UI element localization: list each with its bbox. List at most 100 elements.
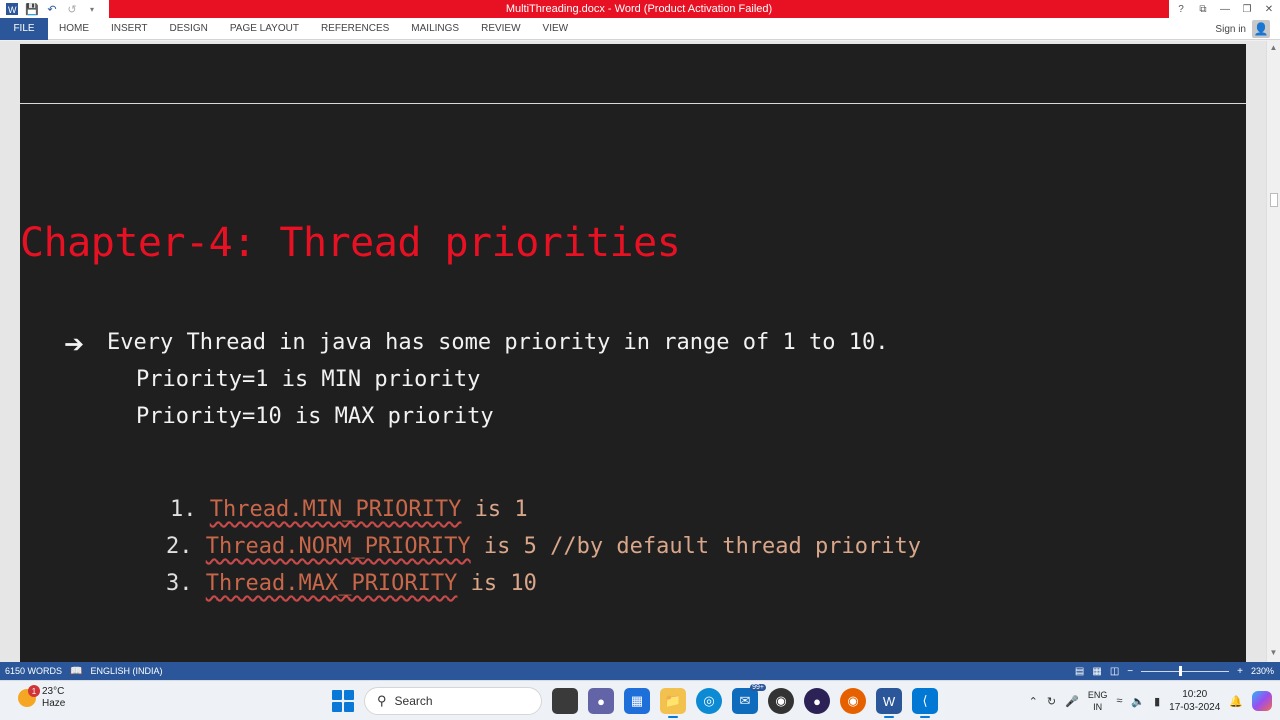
list-number: 1.	[170, 497, 197, 522]
tab-file[interactable]: FILE	[0, 17, 48, 40]
taskbar-search[interactable]: ⚲ Search	[364, 687, 542, 715]
github-desktop-icon[interactable]: ◉	[768, 688, 794, 714]
list-value: is 5	[470, 534, 537, 559]
tab-page-layout[interactable]: PAGE LAYOUT	[219, 18, 310, 40]
list-code: Thread.MIN_PRIORITY	[209, 497, 462, 522]
read-mode-icon[interactable]: ▤	[1075, 666, 1084, 677]
word-taskbar-icon[interactable]: W	[876, 688, 902, 718]
title-bar: W 💾 ↶ ↺ ▾ MultiThreading.docx - Word (Pr…	[0, 0, 1280, 18]
word-app-icon: W	[4, 1, 20, 17]
list-value: is 10	[457, 571, 537, 596]
help-icon[interactable]: ?	[1170, 0, 1192, 18]
firefox-icon[interactable]: ◉	[840, 688, 866, 714]
lang-top: ENG	[1087, 690, 1108, 700]
battery-icon[interactable]: ▮	[1154, 695, 1160, 708]
tab-home[interactable]: HOME	[48, 18, 100, 40]
weather-widget[interactable]: 1 23°C Haze	[18, 685, 65, 710]
vertical-scrollbar[interactable]: ▲ ▼	[1266, 41, 1280, 662]
header-separator	[20, 103, 1246, 104]
minimize-icon[interactable]: —	[1214, 0, 1236, 18]
status-left: 6150 WORDS 📖 ENGLISH (INDIA)	[0, 666, 163, 677]
save-icon[interactable]: 💾	[24, 1, 40, 17]
eclipse-icon[interactable]: ●	[804, 688, 830, 714]
document-area: Chapter-4: Thread priorities ➔ Every Thr…	[0, 41, 1266, 662]
zoom-slider[interactable]	[1141, 665, 1230, 676]
document-page[interactable]: Chapter-4: Thread priorities ➔ Every Thr…	[20, 44, 1246, 662]
list-number: 3.	[166, 571, 193, 596]
notification-badge: 1	[28, 685, 40, 697]
proofing-icon[interactable]: 📖	[70, 666, 82, 677]
avatar-icon[interactable]: 👤	[1252, 20, 1270, 38]
quick-access-toolbar: W 💾 ↶ ↺ ▾	[0, 0, 100, 18]
tab-design[interactable]: DESIGN	[159, 18, 219, 40]
clock-date: 17-03-2024	[1169, 702, 1221, 713]
vscode-icon[interactable]: ⟨	[912, 688, 938, 718]
sub-line-max: Priority=10 is MAX priority	[136, 404, 494, 429]
word-count[interactable]: 6150 WORDS	[5, 666, 62, 676]
wifi-icon[interactable]: ≈	[1116, 695, 1122, 707]
store-icon[interactable]: ▦	[624, 688, 650, 714]
tab-insert[interactable]: INSERT	[100, 18, 159, 40]
list-item: 3. Thread.MAX_PRIORITY is 10	[166, 571, 537, 596]
web-layout-icon[interactable]: ◫	[1110, 666, 1119, 677]
windows-start-icon[interactable]	[332, 690, 354, 712]
list-item: 2. Thread.NORM_PRIORITY is 5 //by defaul…	[166, 534, 921, 559]
svg-text:W: W	[8, 5, 17, 15]
bullet-text: Every Thread in java has some priority i…	[107, 330, 889, 355]
clock[interactable]: 10:20 17-03-2024	[1169, 688, 1220, 714]
edge-icon[interactable]: ◎	[696, 688, 722, 714]
notification-bell-icon[interactable]: 🔔	[1229, 695, 1243, 708]
lang-bottom: IN	[1093, 702, 1103, 712]
tab-mailings[interactable]: MAILINGS	[400, 18, 470, 40]
file-explorer-icon[interactable]: 📁	[660, 688, 686, 718]
taskbar-apps: ⚲ Search ● ▦ 📁 ◎ ✉ 99+ ◉ ● ◉ W ⟨	[332, 684, 938, 718]
list-code: Thread.NORM_PRIORITY	[205, 534, 471, 559]
arrow-bullet-icon: ➔	[64, 331, 85, 358]
taskbar: 1 23°C Haze ⚲ Search ● ▦ 📁 ◎ ✉ 99+ ◉ ● ◉ …	[0, 680, 1280, 720]
volume-icon[interactable]: 🔈	[1131, 695, 1145, 708]
list-item: 1. Thread.MIN_PRIORITY is 1	[170, 497, 528, 522]
scroll-up-icon[interactable]: ▲	[1267, 43, 1280, 55]
window-title: MultiThreading.docx - Word (Product Acti…	[109, 0, 1169, 18]
copilot-icon[interactable]	[1252, 691, 1272, 711]
tab-view[interactable]: VIEW	[532, 18, 580, 40]
close-icon[interactable]: ✕	[1258, 0, 1280, 18]
restore-icon[interactable]: ❐	[1236, 0, 1258, 18]
undo-icon[interactable]: ↶	[44, 1, 60, 17]
teams-chat-icon[interactable]: ●	[588, 688, 614, 714]
redo-icon[interactable]: ↺	[64, 1, 80, 17]
microphone-icon[interactable]: 🎤	[1065, 695, 1079, 708]
customize-qat-icon[interactable]: ▾	[84, 1, 100, 17]
chapter-heading: Chapter-4: Thread priorities	[20, 220, 681, 266]
print-layout-icon[interactable]: ▦	[1092, 666, 1101, 677]
sign-in-link[interactable]: Sign in	[1215, 24, 1246, 35]
zoom-out-icon[interactable]: −	[1127, 666, 1133, 677]
zoom-level[interactable]: 230%	[1251, 666, 1274, 676]
search-icon: ⚲	[377, 693, 387, 708]
status-bar: 6150 WORDS 📖 ENGLISH (INDIA) ▤ ▦ ◫ − + 2…	[0, 662, 1280, 680]
weather-sun-icon: 1	[18, 685, 40, 707]
list-number: 2.	[166, 534, 193, 559]
ribbon-display-icon[interactable]: ⧉	[1192, 0, 1214, 18]
scroll-down-icon[interactable]: ▼	[1267, 648, 1280, 660]
language-switcher[interactable]: ENG IN	[1088, 689, 1108, 713]
language-indicator[interactable]: ENGLISH (INDIA)	[90, 666, 162, 676]
system-tray: ⌃ ↻ 🎤 ENG IN ≈ 🔈 ▮ 10:20 17-03-2024 🔔	[1029, 685, 1272, 717]
sub-line-min: Priority=1 is MIN priority	[136, 367, 481, 392]
task-view-icon[interactable]	[552, 688, 578, 714]
sync-icon[interactable]: ↻	[1047, 695, 1056, 708]
tab-references[interactable]: REFERENCES	[310, 18, 400, 40]
weather-temp: 23°C	[42, 686, 65, 697]
mail-badge: 99+	[750, 684, 766, 691]
ribbon-tabs: FILE HOME INSERT DESIGN PAGE LAYOUT REFE…	[0, 17, 1280, 40]
search-label: Search	[394, 694, 433, 708]
zoom-slider-knob[interactable]	[1179, 665, 1183, 676]
window-controls: ? ⧉ — ❐ ✕	[1170, 0, 1280, 18]
clock-time: 10:20	[1182, 689, 1208, 700]
scroll-thumb[interactable]	[1270, 193, 1278, 207]
mail-icon[interactable]: ✉ 99+	[732, 684, 766, 714]
tab-review[interactable]: REVIEW	[470, 18, 531, 40]
status-right: ▤ ▦ ◫ − + 230%	[1075, 662, 1274, 680]
zoom-in-icon[interactable]: +	[1237, 666, 1243, 677]
chevron-up-icon[interactable]: ⌃	[1029, 695, 1038, 708]
